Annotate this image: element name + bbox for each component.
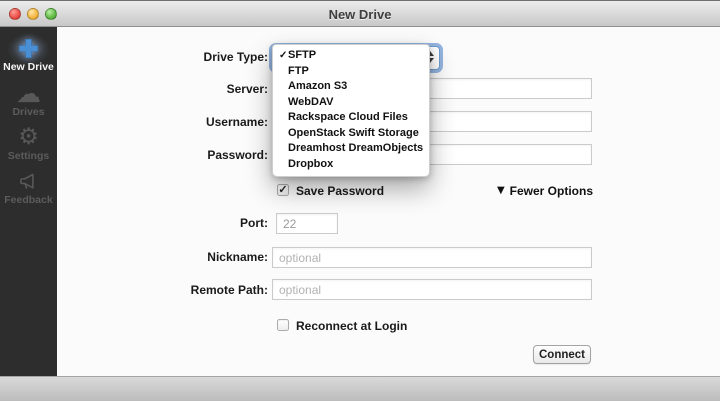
nickname-label: Nickname:: [207, 250, 268, 264]
fewer-options-toggle[interactable]: ▼ Fewer Options: [497, 184, 593, 198]
menu-item-sftp[interactable]: ✓ SFTP: [273, 48, 429, 64]
drive-type-menu: ✓ SFTP FTP Amazon S3 WebDAV Rackspace Cl…: [272, 44, 430, 177]
sidebar-item-drives[interactable]: ☁ Drives: [0, 78, 57, 121]
triangle-down-icon: ▼: [496, 185, 505, 196]
menu-item-ftp[interactable]: FTP: [273, 64, 429, 80]
menu-item-label: FTP: [288, 64, 309, 77]
plus-icon: [17, 36, 40, 60]
cloud-icon: ☁: [16, 78, 41, 108]
checkmark-icon: ✓: [279, 50, 288, 61]
menu-item-dropbox[interactable]: Dropbox: [273, 157, 429, 173]
sidebar-item-feedback[interactable]: Feedback: [0, 166, 57, 209]
sidebar-item-settings[interactable]: ⚙ Settings: [0, 122, 57, 165]
titlebar: New Drive: [0, 0, 720, 27]
port-input[interactable]: [276, 213, 338, 234]
menu-item-label: Rackspace Cloud Files: [288, 111, 408, 123]
sidebar-item-label: Drives: [12, 106, 45, 118]
menu-item-rackspace[interactable]: Rackspace Cloud Files: [273, 110, 429, 126]
port-label: Port:: [240, 216, 268, 230]
menu-item-label: Dropbox: [288, 157, 334, 170]
nickname-input[interactable]: [272, 247, 592, 268]
menu-item-openstack[interactable]: OpenStack Swift Storage: [273, 126, 429, 142]
drive-type-label: Drive Type:: [203, 50, 268, 64]
server-label: Server:: [226, 82, 268, 96]
menu-item-label: Amazon S3: [288, 80, 348, 92]
menu-item-label: OpenStack Swift Storage: [288, 126, 419, 139]
reconnect-label: Reconnect at Login: [296, 319, 408, 333]
gear-icon: ⚙: [18, 123, 39, 150]
menu-item-amazon-s3[interactable]: Amazon S3: [273, 79, 429, 95]
menu-item-webdav[interactable]: WebDAV: [273, 95, 429, 111]
menu-item-label: SFTP: [288, 49, 317, 61]
main-content: Drive Type: SFTP Server: Username: Passw…: [57, 27, 720, 376]
sidebar-item-label: New Drive: [3, 61, 54, 73]
status-bar: [0, 376, 720, 401]
sidebar: New Drive ☁ Drives ⚙ Settings Feedback: [0, 27, 57, 376]
save-password-label: Save Password: [296, 184, 385, 198]
sidebar-item-label: Settings: [7, 150, 50, 162]
sidebar-item-new-drive[interactable]: New Drive: [0, 33, 57, 76]
remote-path-label: Remote Path:: [190, 283, 268, 297]
sidebar-item-label: Feedback: [4, 194, 53, 206]
reconnect-checkbox[interactable]: [277, 319, 289, 331]
app-window: New Drive New Drive ☁ Drives ⚙ Settings: [0, 0, 720, 401]
megaphone-icon: [18, 169, 39, 193]
connect-button[interactable]: Connect: [533, 345, 591, 364]
menu-item-label: WebDAV: [288, 95, 334, 108]
remote-path-input[interactable]: [272, 279, 592, 300]
window-title: New Drive: [328, 7, 392, 22]
password-label: Password:: [207, 148, 268, 162]
menu-item-label: Dreamhost DreamObjects: [288, 142, 424, 154]
save-password-checkbox[interactable]: ✓: [277, 184, 289, 196]
username-label: Username:: [205, 115, 268, 129]
menu-item-dreamhost[interactable]: Dreamhost DreamObjects: [273, 141, 429, 157]
fewer-options-label: Fewer Options: [509, 184, 593, 198]
